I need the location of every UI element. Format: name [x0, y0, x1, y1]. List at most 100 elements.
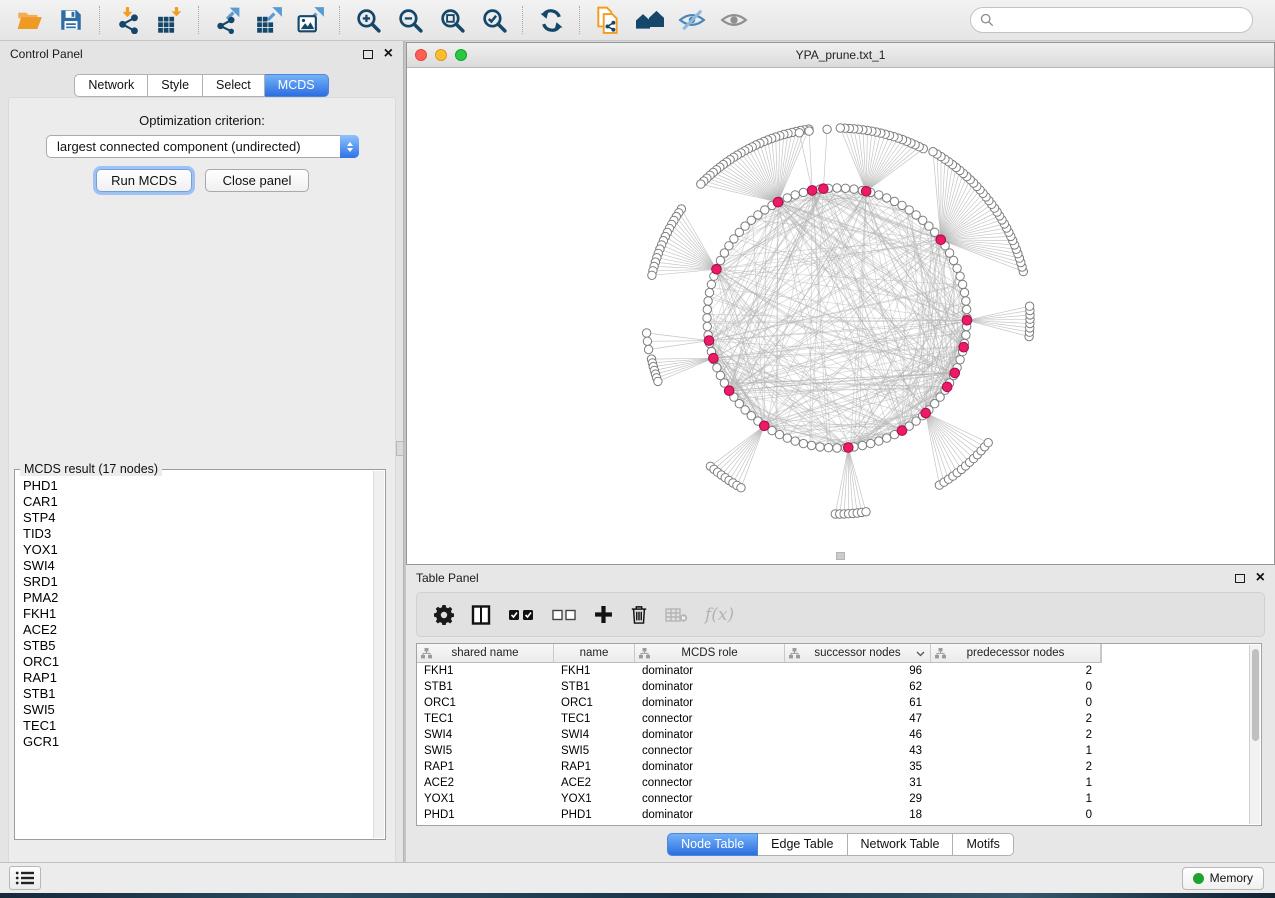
table-scrollbar-thumb[interactable] — [1252, 649, 1259, 741]
table-row-fkh1[interactable]: FKH1FKH1dominator962 — [417, 663, 1261, 679]
mcds-result-item[interactable]: GCR1 — [23, 734, 372, 750]
close-window-icon[interactable] — [415, 49, 427, 61]
column-header-successor-nodes[interactable]: successor nodes — [785, 644, 931, 662]
minimize-window-icon[interactable] — [435, 49, 447, 61]
first-neighbors-button[interactable] — [629, 3, 671, 37]
cell: dominator — [635, 761, 785, 773]
export-image-button[interactable] — [290, 3, 332, 37]
run-mcds-button[interactable]: Run MCDS — [96, 169, 192, 192]
column-header-predecessor-nodes[interactable]: predecessor nodes — [931, 644, 1101, 662]
optimization-criterion-label: Optimization criterion: — [9, 113, 395, 128]
table-row-swi5[interactable]: SWI5SWI5connector431 — [417, 743, 1261, 759]
mcds-result-item[interactable]: SWI4 — [23, 558, 372, 574]
zoom-in-button[interactable] — [347, 3, 389, 37]
table-row-phd1[interactable]: PHD1PHD1dominator180 — [417, 807, 1261, 823]
copy-network-button[interactable] — [587, 3, 629, 37]
memory-label: Memory — [1210, 871, 1253, 885]
export-table-button[interactable] — [248, 3, 290, 37]
zoom-out-icon — [397, 7, 424, 34]
zoom-fit-icon — [439, 7, 466, 34]
table-row-stb1[interactable]: STB1STB1dominator620 — [417, 679, 1261, 695]
mcds-result-item[interactable]: YOX1 — [23, 542, 372, 558]
cell: dominator — [635, 809, 785, 821]
table-row-tec1[interactable]: TEC1TEC1connector472 — [417, 711, 1261, 727]
vertical-splitter-handle[interactable] — [396, 441, 404, 456]
close-panel-icon[interactable]: × — [384, 48, 393, 60]
search-input[interactable] — [1000, 13, 1243, 28]
delete-columns-button[interactable] — [630, 604, 648, 625]
table-row-rap1[interactable]: RAP1RAP1dominator352 — [417, 759, 1261, 775]
mcds-result-item[interactable]: FKH1 — [23, 606, 372, 622]
mcds-result-item[interactable]: ACE2 — [23, 622, 372, 638]
column-header-mcds-role[interactable]: MCDS role — [635, 644, 785, 662]
close-table-panel-icon[interactable]: × — [1256, 572, 1265, 584]
mcds-result-item[interactable]: STB1 — [23, 686, 372, 702]
memory-button[interactable]: Memory — [1182, 867, 1264, 890]
tab-mcds[interactable]: MCDS — [265, 74, 329, 97]
unchecked-boxes-icon — [552, 608, 577, 622]
zoom-fit-button[interactable] — [431, 3, 473, 37]
table-row-orc1[interactable]: ORC1ORC1dominator610 — [417, 695, 1261, 711]
mcds-result-item[interactable]: ORC1 — [23, 654, 372, 670]
export-network-button[interactable] — [206, 3, 248, 37]
tab-node-table[interactable]: Node Table — [667, 833, 758, 856]
create-column-button[interactable] — [594, 605, 613, 624]
float-panel-icon[interactable] — [363, 50, 373, 59]
hide-selected-button[interactable] — [671, 3, 713, 37]
mcds-result-item[interactable]: SWI5 — [23, 702, 372, 718]
function-builder-button[interactable]: f(x) — [705, 605, 734, 625]
save-session-button[interactable] — [50, 3, 92, 37]
mcds-result-item[interactable]: PHD1 — [23, 478, 372, 494]
table-row-ace2[interactable]: ACE2ACE2connector311 — [417, 775, 1261, 791]
tab-edge-table[interactable]: Edge Table — [758, 833, 847, 856]
tab-select[interactable]: Select — [203, 74, 265, 97]
table-row-yox1[interactable]: YOX1YOX1connector291 — [417, 791, 1261, 807]
delete-table-button[interactable] — [665, 607, 688, 623]
optimization-criterion-select[interactable]: largest connected component (undirected) — [46, 135, 359, 158]
table-row-swi4[interactable]: SWI4SWI4dominator462 — [417, 727, 1261, 743]
deselect-all-rows-button[interactable] — [552, 608, 577, 622]
mcds-result-item[interactable]: STP4 — [23, 510, 372, 526]
mcds-result-item[interactable]: STB5 — [23, 638, 372, 654]
status-bar: Memory — [0, 862, 1275, 893]
mcds-result-item[interactable]: CAR1 — [23, 494, 372, 510]
table-scrollbar[interactable] — [1249, 645, 1260, 824]
result-list-scrollbar[interactable] — [373, 471, 384, 838]
cell: FKH1 — [554, 665, 635, 677]
mcds-result-item[interactable]: RAP1 — [23, 670, 372, 686]
refresh-view-button[interactable] — [530, 3, 572, 37]
tab-motifs[interactable]: Motifs — [953, 833, 1013, 856]
task-history-button[interactable] — [9, 866, 41, 890]
table-toolbar: f(x) — [416, 592, 1265, 637]
close-panel-button[interactable]: Close panel — [205, 169, 309, 192]
cell: connector — [635, 793, 785, 805]
mcds-result-item[interactable]: PMA2 — [23, 590, 372, 606]
shared-column-icon — [789, 648, 800, 659]
column-header-shared-name[interactable]: shared name — [417, 644, 554, 662]
tab-network-table[interactable]: Network Table — [848, 833, 954, 856]
show-columns-button[interactable] — [471, 605, 491, 625]
show-all-button[interactable] — [713, 3, 755, 37]
mcds-result-item[interactable]: SRD1 — [23, 574, 372, 590]
import-network-button[interactable] — [107, 3, 149, 37]
network-window-titlebar[interactable]: YPA_prune.txt_1 — [407, 43, 1274, 68]
network-canvas[interactable] — [407, 68, 1274, 564]
open-file-button[interactable] — [8, 3, 50, 37]
import-table-button[interactable] — [149, 3, 191, 37]
table-panel: Table Panel × f(x) shared namenameMCDS r… — [406, 565, 1275, 862]
float-table-panel-icon[interactable] — [1235, 574, 1245, 583]
mcds-result-item[interactable]: TEC1 — [23, 718, 372, 734]
zoom-out-button[interactable] — [389, 3, 431, 37]
tab-network[interactable]: Network — [74, 74, 148, 97]
maximize-window-icon[interactable] — [455, 49, 467, 61]
zoom-selected-button[interactable] — [473, 3, 515, 37]
column-header-name[interactable]: name — [554, 644, 635, 662]
table-settings-button[interactable] — [434, 605, 454, 625]
tab-style[interactable]: Style — [148, 74, 203, 97]
cell: 1 — [931, 793, 1101, 805]
cell: ORC1 — [417, 697, 554, 709]
select-all-rows-button[interactable] — [508, 608, 535, 622]
horizontal-splitter-handle[interactable] — [836, 552, 845, 560]
dropdown-stepper-icon — [340, 135, 359, 158]
mcds-result-item[interactable]: TID3 — [23, 526, 372, 542]
